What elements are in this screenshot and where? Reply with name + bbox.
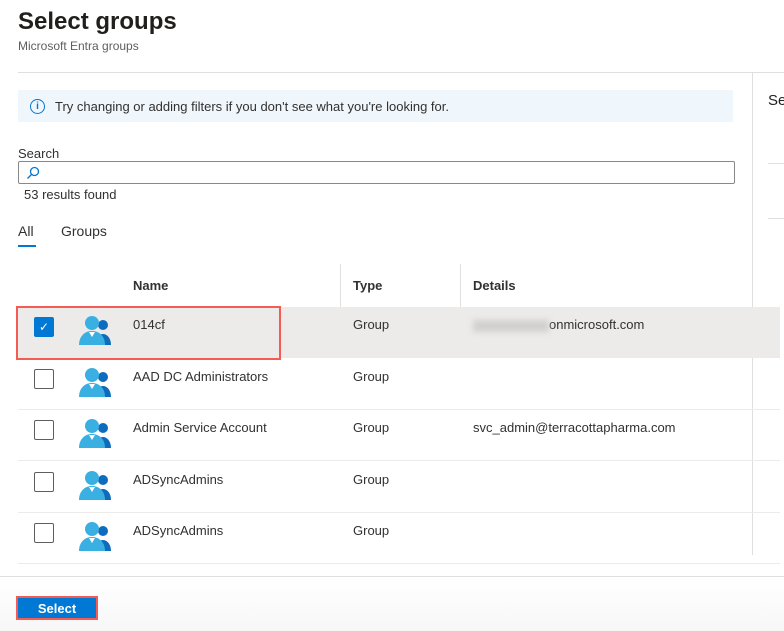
row-type: Group: [353, 420, 390, 435]
row-type: Group: [353, 317, 390, 332]
group-icon: [79, 419, 111, 448]
group-icon: [79, 367, 111, 397]
row-details-text: onmicrosoft.com: [549, 317, 645, 332]
page-title: Select groups: [18, 8, 177, 35]
row-name: AAD DC Administrators: [133, 368, 269, 384]
info-text: Try changing or adding filters if you do…: [55, 98, 449, 114]
row-checkbox[interactable]: [34, 420, 54, 440]
divider: [18, 72, 784, 73]
row-checkbox[interactable]: [34, 523, 54, 543]
info-icon: i: [30, 98, 45, 114]
row-type: Group: [353, 471, 390, 487]
divider: [768, 218, 784, 219]
column-header-type[interactable]: Type: [353, 278, 382, 293]
table-row[interactable]: ADSyncAdmins Group: [18, 513, 780, 564]
row-name: Admin Service Account: [133, 420, 267, 435]
row-type: Group: [353, 523, 390, 538]
search-label: Search: [18, 146, 60, 161]
column-header-details[interactable]: Details: [473, 278, 516, 293]
row-details-text: svc_admin@terracottapharma.com: [473, 420, 676, 435]
redacted-text: [473, 319, 549, 332]
search-input[interactable]: [18, 161, 735, 184]
footer: [0, 576, 784, 631]
divider: [768, 163, 784, 164]
column-separator: [460, 264, 461, 307]
active-tab-indicator: [18, 245, 36, 247]
table-row[interactable]: AAD DC Administrators Group: [18, 359, 780, 410]
row-name: ADSyncAdmins: [133, 471, 224, 487]
row-details: svc_admin@terracottapharma.com: [473, 420, 676, 435]
group-icon: [79, 470, 111, 500]
results-count: 53 results found: [24, 187, 117, 202]
column-header-name[interactable]: Name: [133, 278, 168, 293]
info-banner: i Try changing or adding filters if you …: [18, 90, 733, 122]
table-row[interactable]: ADSyncAdmins Group: [18, 462, 780, 513]
table-row[interactable]: Admin Service Account Group svc_admin@terr…: [18, 410, 780, 461]
page-subtitle: Microsoft Entra groups: [18, 39, 139, 53]
tab-groups[interactable]: Groups: [61, 223, 107, 239]
row-checkbox[interactable]: [34, 471, 54, 492]
row-checkbox[interactable]: [34, 368, 54, 389]
row-details: onmicrosoft.com: [473, 317, 644, 332]
tab-all[interactable]: All: [18, 223, 34, 239]
select-button[interactable]: Select: [16, 596, 98, 620]
row-type: Group: [353, 368, 390, 384]
selected-panel-title: Se: [768, 92, 784, 109]
highlight-box: [16, 306, 281, 360]
row-name: ADSyncAdmins: [133, 523, 224, 538]
group-icon: [79, 522, 111, 551]
column-separator: [340, 264, 341, 307]
search-icon: [27, 166, 40, 179]
